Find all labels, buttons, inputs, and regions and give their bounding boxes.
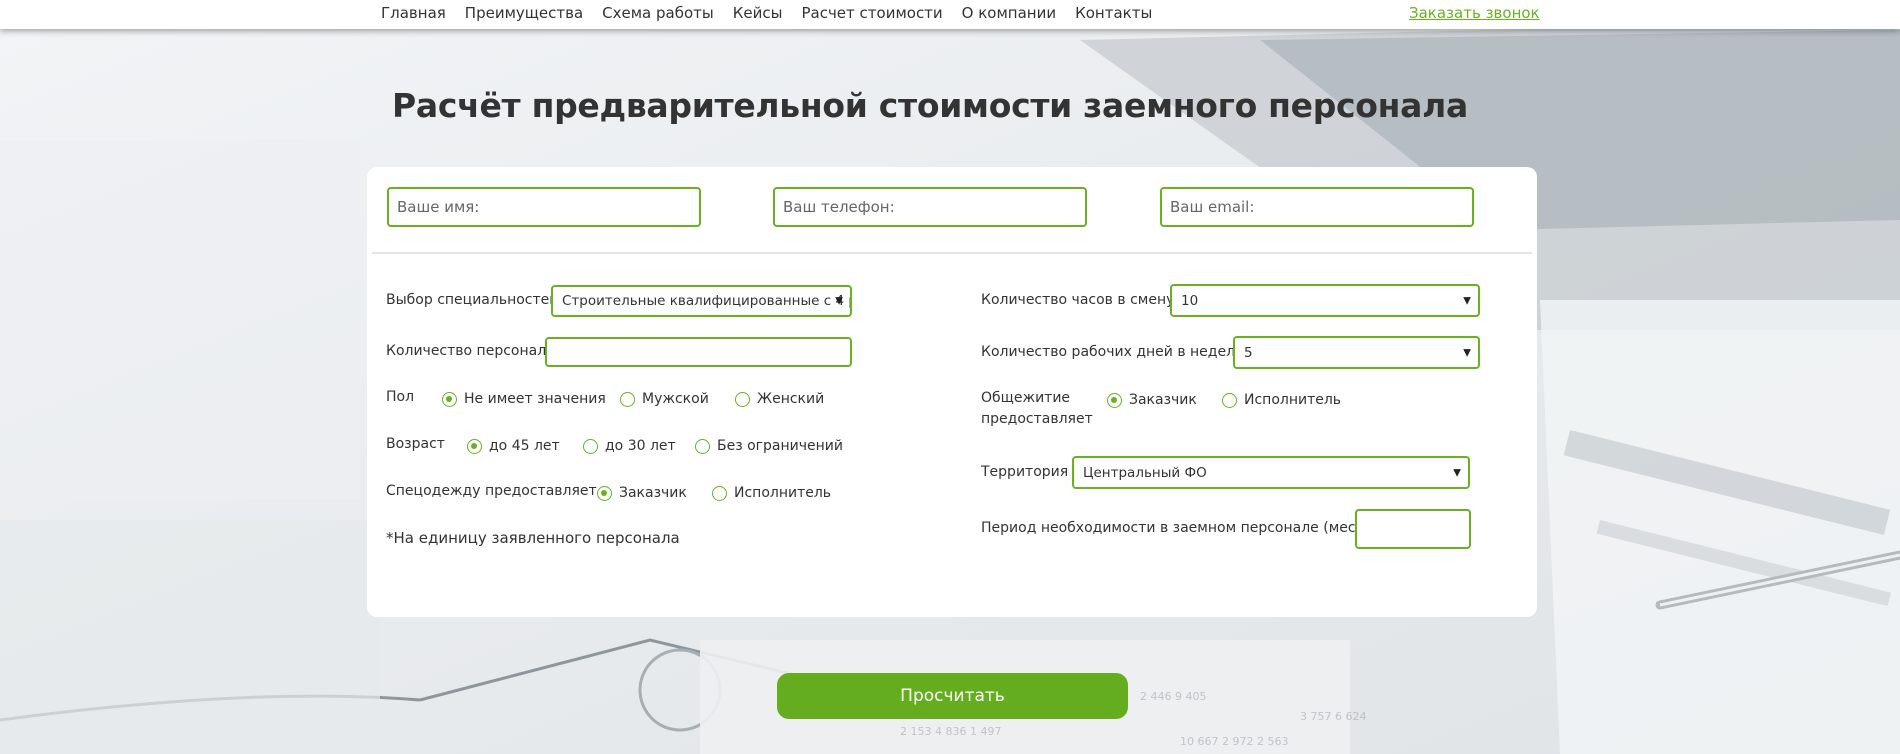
territory-select[interactable]: Центральный ФО ▼ — [1072, 456, 1470, 489]
nav-item-workflow[interactable]: Схема работы — [602, 4, 714, 22]
radio-checked-icon — [1107, 392, 1122, 408]
nav-item-pricing[interactable]: Расчет стоимости — [801, 4, 942, 22]
radio-label: Заказчик — [1129, 392, 1197, 408]
radio-label: Исполнитель — [1244, 392, 1342, 408]
calculator-form-card: Выбор специальностей Строительные квалиф… — [367, 167, 1537, 617]
radio-label: Без ограничений — [717, 438, 843, 454]
chevron-down-icon: ▼ — [1453, 467, 1461, 478]
nav-item-contacts[interactable]: Контакты — [1075, 4, 1152, 22]
staff-count-label: Количество персонала — [386, 343, 555, 359]
calculate-button[interactable]: Просчитать — [777, 673, 1128, 719]
radio-label: Не имеет значения — [464, 391, 606, 407]
hours-select[interactable]: 10 ▼ — [1170, 284, 1480, 317]
workwear-option-contractor[interactable]: Исполнитель — [712, 485, 831, 501]
email-input[interactable] — [1160, 187, 1474, 227]
chevron-down-icon: ▼ — [1463, 295, 1471, 306]
main-menu: Главная Преимущества Схема работы Кейсы … — [381, 4, 1152, 22]
gender-option-any[interactable]: Не имеет значения — [442, 391, 606, 407]
nav-item-cases[interactable]: Кейсы — [733, 4, 783, 22]
nav-item-home[interactable]: Главная — [381, 4, 446, 22]
workwear-option-customer[interactable]: Заказчик — [597, 485, 687, 501]
radio-label: Исполнитель — [734, 485, 832, 501]
staff-count-input[interactable] — [545, 337, 852, 367]
radio-unchecked-icon — [735, 391, 750, 407]
nav-item-about[interactable]: О компании — [962, 4, 1056, 22]
specialty-label: Выбор специальностей — [386, 292, 559, 308]
territory-label: Территория — [981, 464, 1069, 480]
page-title: Расчёт предварительной стоимости заемног… — [392, 86, 1468, 125]
footnote: *На единицу заявленного персонала — [386, 529, 680, 547]
name-input[interactable] — [387, 187, 701, 227]
radio-unchecked-icon — [1222, 392, 1237, 408]
radio-checked-icon — [442, 391, 457, 407]
svg-text:2 153 4 836 1 497: 2 153 4 836 1 497 — [900, 725, 1001, 738]
dormitory-option-contractor[interactable]: Исполнитель — [1222, 392, 1341, 408]
age-option-unlimited[interactable]: Без ограничений — [695, 438, 843, 454]
specialty-value: Строительные квалифицированные с 4 р — [562, 293, 852, 309]
age-option-45[interactable]: до 45 лет — [467, 438, 560, 454]
radio-label: до 45 лет — [489, 438, 560, 454]
chevron-down-icon: ▼ — [1463, 347, 1471, 358]
gender-label: Пол — [386, 389, 415, 405]
radio-unchecked-icon — [620, 391, 635, 407]
period-input[interactable] — [1355, 509, 1471, 549]
radio-label: Женский — [757, 391, 825, 407]
dormitory-option-customer[interactable]: Заказчик — [1107, 392, 1197, 408]
section-divider — [372, 252, 1532, 254]
nav-item-advantages[interactable]: Преимущества — [465, 4, 583, 22]
chevron-down-icon: ▼ — [835, 295, 843, 307]
order-call-link[interactable]: Заказать звонок — [1409, 4, 1540, 22]
phone-input[interactable] — [773, 187, 1087, 227]
top-navigation-bar: Главная Преимущества Схема работы Кейсы … — [0, 0, 1900, 29]
gender-option-female[interactable]: Женский — [735, 391, 824, 407]
svg-text:3 757 6 624: 3 757 6 624 — [1300, 710, 1366, 723]
specialty-select[interactable]: Строительные квалифицированные с 4 р ▼ — [551, 285, 852, 317]
radio-label: Заказчик — [619, 485, 687, 501]
radio-unchecked-icon — [712, 485, 727, 501]
radio-label: до 30 лет — [605, 438, 676, 454]
radio-unchecked-icon — [695, 438, 710, 454]
svg-text:2 446 9 405: 2 446 9 405 — [1140, 690, 1206, 703]
days-label: Количество рабочих дней в неделю* — [981, 344, 1254, 360]
hours-value: 10 — [1181, 292, 1199, 309]
age-label: Возраст — [386, 436, 445, 452]
days-value: 5 — [1244, 344, 1253, 361]
radio-unchecked-icon — [583, 438, 598, 454]
svg-text:10 667 2 972 2 563: 10 667 2 972 2 563 — [1180, 735, 1288, 748]
hours-label: Количество часов в смену* — [981, 292, 1182, 308]
age-option-30[interactable]: до 30 лет — [583, 438, 676, 454]
radio-checked-icon — [597, 485, 612, 501]
days-select[interactable]: 5 ▼ — [1233, 336, 1480, 369]
territory-value: Центральный ФО — [1083, 464, 1207, 481]
dormitory-label-line1: Общежитие — [981, 390, 1071, 406]
dormitory-label-line2: предоставляет — [981, 411, 1093, 427]
radio-label: Мужской — [642, 391, 709, 407]
gender-option-male[interactable]: Мужской — [620, 391, 709, 407]
radio-checked-icon — [467, 438, 482, 454]
period-label: Период необходимости в заемном персонале… — [981, 520, 1396, 536]
workwear-label: Спецодежду предоставляет — [386, 483, 597, 499]
